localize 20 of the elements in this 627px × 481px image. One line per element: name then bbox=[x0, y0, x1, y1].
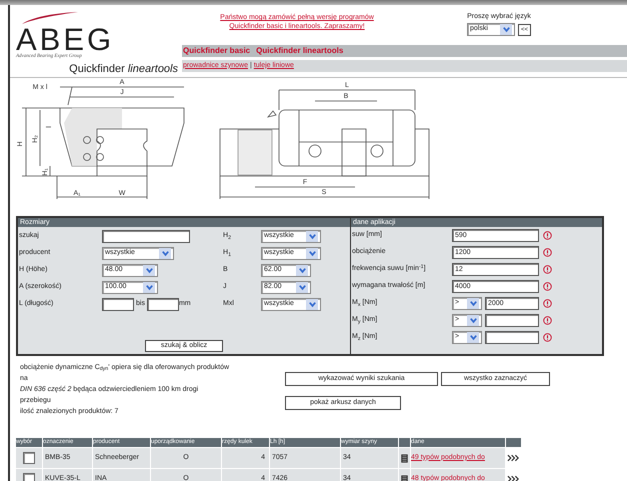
chevrons-icon bbox=[507, 454, 520, 462]
info-icon bbox=[543, 231, 552, 240]
info-icon bbox=[543, 282, 552, 291]
info-icon bbox=[543, 316, 552, 325]
input-field[interactable] bbox=[146, 298, 179, 311]
column-header bbox=[506, 438, 521, 447]
input-field[interactable] bbox=[485, 331, 539, 344]
info-icon bbox=[543, 265, 552, 274]
input-field[interactable] bbox=[485, 314, 539, 327]
product-name: Quickfinder lineartools bbox=[68, 62, 179, 76]
info-icon bbox=[543, 333, 552, 342]
info-icon bbox=[543, 248, 552, 257]
info-icon bbox=[543, 299, 552, 308]
input-field[interactable] bbox=[102, 298, 134, 311]
checkbox[interactable] bbox=[23, 452, 35, 464]
caret-icon bbox=[502, 25, 510, 34]
column-header bbox=[399, 438, 410, 447]
input-field[interactable] bbox=[102, 230, 190, 243]
chevrons-icon bbox=[507, 475, 520, 481]
logo-wordmark: ABEG bbox=[16, 26, 114, 53]
